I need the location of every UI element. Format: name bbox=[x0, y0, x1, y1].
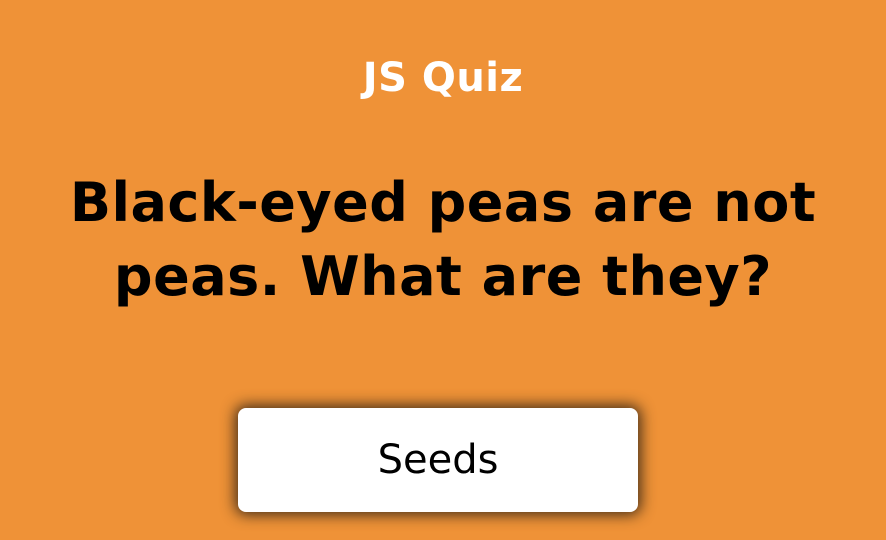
app-title: JS Quiz bbox=[362, 55, 524, 101]
quiz-screen: JS Quiz Black-eyed peas are not peas. Wh… bbox=[0, 0, 886, 540]
answer-button-seeds[interactable]: Seeds bbox=[238, 408, 638, 512]
question-text: Black-eyed peas are not peas. What are t… bbox=[69, 171, 817, 308]
